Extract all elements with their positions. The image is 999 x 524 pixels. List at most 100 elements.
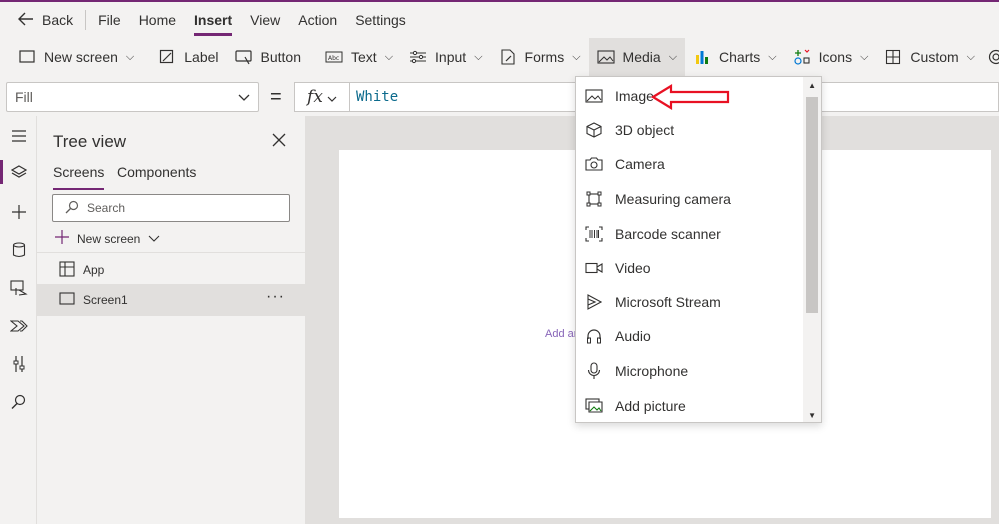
media-icon xyxy=(596,48,615,66)
back-label: Back xyxy=(42,12,74,28)
tree-node-screen1[interactable]: Screen1 ··· xyxy=(37,284,305,316)
chevron-down-icon xyxy=(238,89,250,105)
menu-item-microphone[interactable]: Microphone xyxy=(576,354,804,388)
button-button[interactable]: Button xyxy=(227,38,309,76)
menu-item-label: Image xyxy=(615,88,654,104)
tree-view-title: Tree view xyxy=(53,132,127,151)
menu-file[interactable]: File xyxy=(98,2,121,38)
chevron-down-icon xyxy=(327,87,337,107)
tree-search-input[interactable]: Search xyxy=(52,194,290,222)
label-label: Label xyxy=(184,49,219,65)
tab-components[interactable]: Components xyxy=(117,164,196,186)
label-button[interactable]: Label xyxy=(150,38,226,76)
stream-icon xyxy=(585,293,603,311)
search-icon[interactable] xyxy=(0,384,37,420)
custom-icon xyxy=(884,48,902,66)
close-icon[interactable] xyxy=(272,130,286,153)
database-icon[interactable] xyxy=(0,232,37,268)
tab-screens[interactable]: Screens xyxy=(53,164,105,190)
svg-text:Abc: Abc xyxy=(328,55,339,62)
tree-view-panel: Tree view Screens Components Search New … xyxy=(37,116,305,524)
left-rail xyxy=(0,116,37,524)
insert-ribbon: New screen ⌵ Label Button Abc Text ⌵ Inp… xyxy=(0,38,999,76)
menu-home[interactable]: Home xyxy=(139,2,176,38)
menu-item-label: 3D object xyxy=(615,122,675,138)
custom-label: Custom xyxy=(910,49,959,65)
menu-item-label: Microsoft Stream xyxy=(615,294,721,310)
back-arrow-icon xyxy=(18,12,34,29)
advanced-tools-icon[interactable] xyxy=(0,346,37,382)
chevron-down-icon xyxy=(148,232,160,246)
property-value: Fill xyxy=(15,89,33,105)
hamburger-icon[interactable] xyxy=(0,118,37,154)
charts-button[interactable]: Charts ⌵ xyxy=(685,38,785,76)
charts-label: Charts xyxy=(719,49,761,65)
app-icon xyxy=(59,260,75,280)
new-screen-button[interactable]: New screen ⌵ xyxy=(0,38,142,76)
menu-separator xyxy=(85,10,87,30)
tree-new-screen-label: New screen xyxy=(77,231,141,246)
media-library-icon[interactable] xyxy=(0,270,37,306)
scroll-up-arrow-icon[interactable]: ▲ xyxy=(808,81,816,90)
search-icon xyxy=(65,200,79,217)
tree-node-label: Screen1 xyxy=(83,293,128,307)
cube-icon xyxy=(585,121,603,139)
scrollbar-thumb[interactable] xyxy=(806,97,818,313)
menu-settings[interactable]: Settings xyxy=(355,2,406,38)
ai-builder-button[interactable] xyxy=(983,38,999,76)
media-button[interactable]: Media ⌵ xyxy=(588,38,686,76)
menu-item-microsoft-stream[interactable]: Microsoft Stream xyxy=(576,285,804,319)
camera-icon xyxy=(585,155,603,173)
icons-button[interactable]: Icons ⌵ xyxy=(785,38,877,76)
button-label: Button xyxy=(260,49,302,65)
add-picture-icon xyxy=(585,397,603,415)
menu-item-3d-object[interactable]: 3D object xyxy=(576,113,804,147)
menu-item-label: Video xyxy=(615,260,651,276)
menu-action[interactable]: Action xyxy=(298,2,337,38)
forms-label: Forms xyxy=(524,49,565,65)
microphone-icon xyxy=(585,362,603,380)
fx-button[interactable]: fx xyxy=(294,82,350,112)
text-button[interactable]: Abc Text ⌵ xyxy=(317,38,401,76)
forms-icon xyxy=(499,48,517,66)
tree-node-app[interactable]: App xyxy=(37,254,305,286)
measuring-camera-icon xyxy=(585,190,603,208)
menu-item-video[interactable]: Video xyxy=(576,251,804,285)
back-button[interactable]: Back xyxy=(18,12,73,29)
text-icon: Abc xyxy=(325,48,343,66)
forms-button[interactable]: Forms ⌵ xyxy=(491,38,589,76)
menu-item-add-picture[interactable]: Add picture xyxy=(576,389,804,422)
callout-arrow-icon xyxy=(650,84,731,113)
menu-item-audio[interactable]: Audio xyxy=(576,319,804,353)
plus-icon[interactable] xyxy=(0,194,37,230)
new-screen-label: New screen xyxy=(44,49,118,65)
property-dropdown[interactable]: Fill xyxy=(6,82,259,112)
chevron-down-icon: ⌵ xyxy=(125,50,135,63)
power-automate-icon[interactable] xyxy=(0,308,37,344)
menu-item-measuring-camera[interactable]: Measuring camera xyxy=(576,182,804,216)
chevron-down-icon: ⌵ xyxy=(860,50,869,63)
menu-view[interactable]: View xyxy=(250,2,280,38)
icons-icon xyxy=(793,48,811,66)
custom-button[interactable]: Custom ⌵ xyxy=(876,38,983,76)
charts-icon xyxy=(693,48,711,66)
dropdown-scrollbar[interactable]: ▲ ▼ xyxy=(803,77,821,422)
menu-item-label: Barcode scanner xyxy=(615,226,721,242)
ai-builder-icon xyxy=(987,48,999,66)
layers-icon[interactable] xyxy=(0,154,37,190)
fx-icon: fx xyxy=(307,87,323,107)
input-button[interactable]: Input ⌵ xyxy=(401,38,490,76)
menu-item-camera[interactable]: Camera xyxy=(576,147,804,181)
menu-insert[interactable]: Insert xyxy=(194,2,233,38)
input-icon xyxy=(409,48,427,66)
tree-divider xyxy=(37,252,305,253)
search-placeholder: Search xyxy=(87,201,126,215)
menu-item-label: Camera xyxy=(615,156,665,172)
menu-item-barcode-scanner[interactable]: Barcode scanner xyxy=(576,217,804,251)
scroll-down-arrow-icon[interactable]: ▼ xyxy=(808,411,816,420)
chevron-down-icon: ⌵ xyxy=(768,50,777,63)
tree-new-screen-button[interactable]: New screen xyxy=(55,230,160,247)
plus-icon xyxy=(55,230,69,247)
text-label: Text xyxy=(351,49,377,65)
more-options-icon[interactable]: ··· xyxy=(266,288,285,306)
